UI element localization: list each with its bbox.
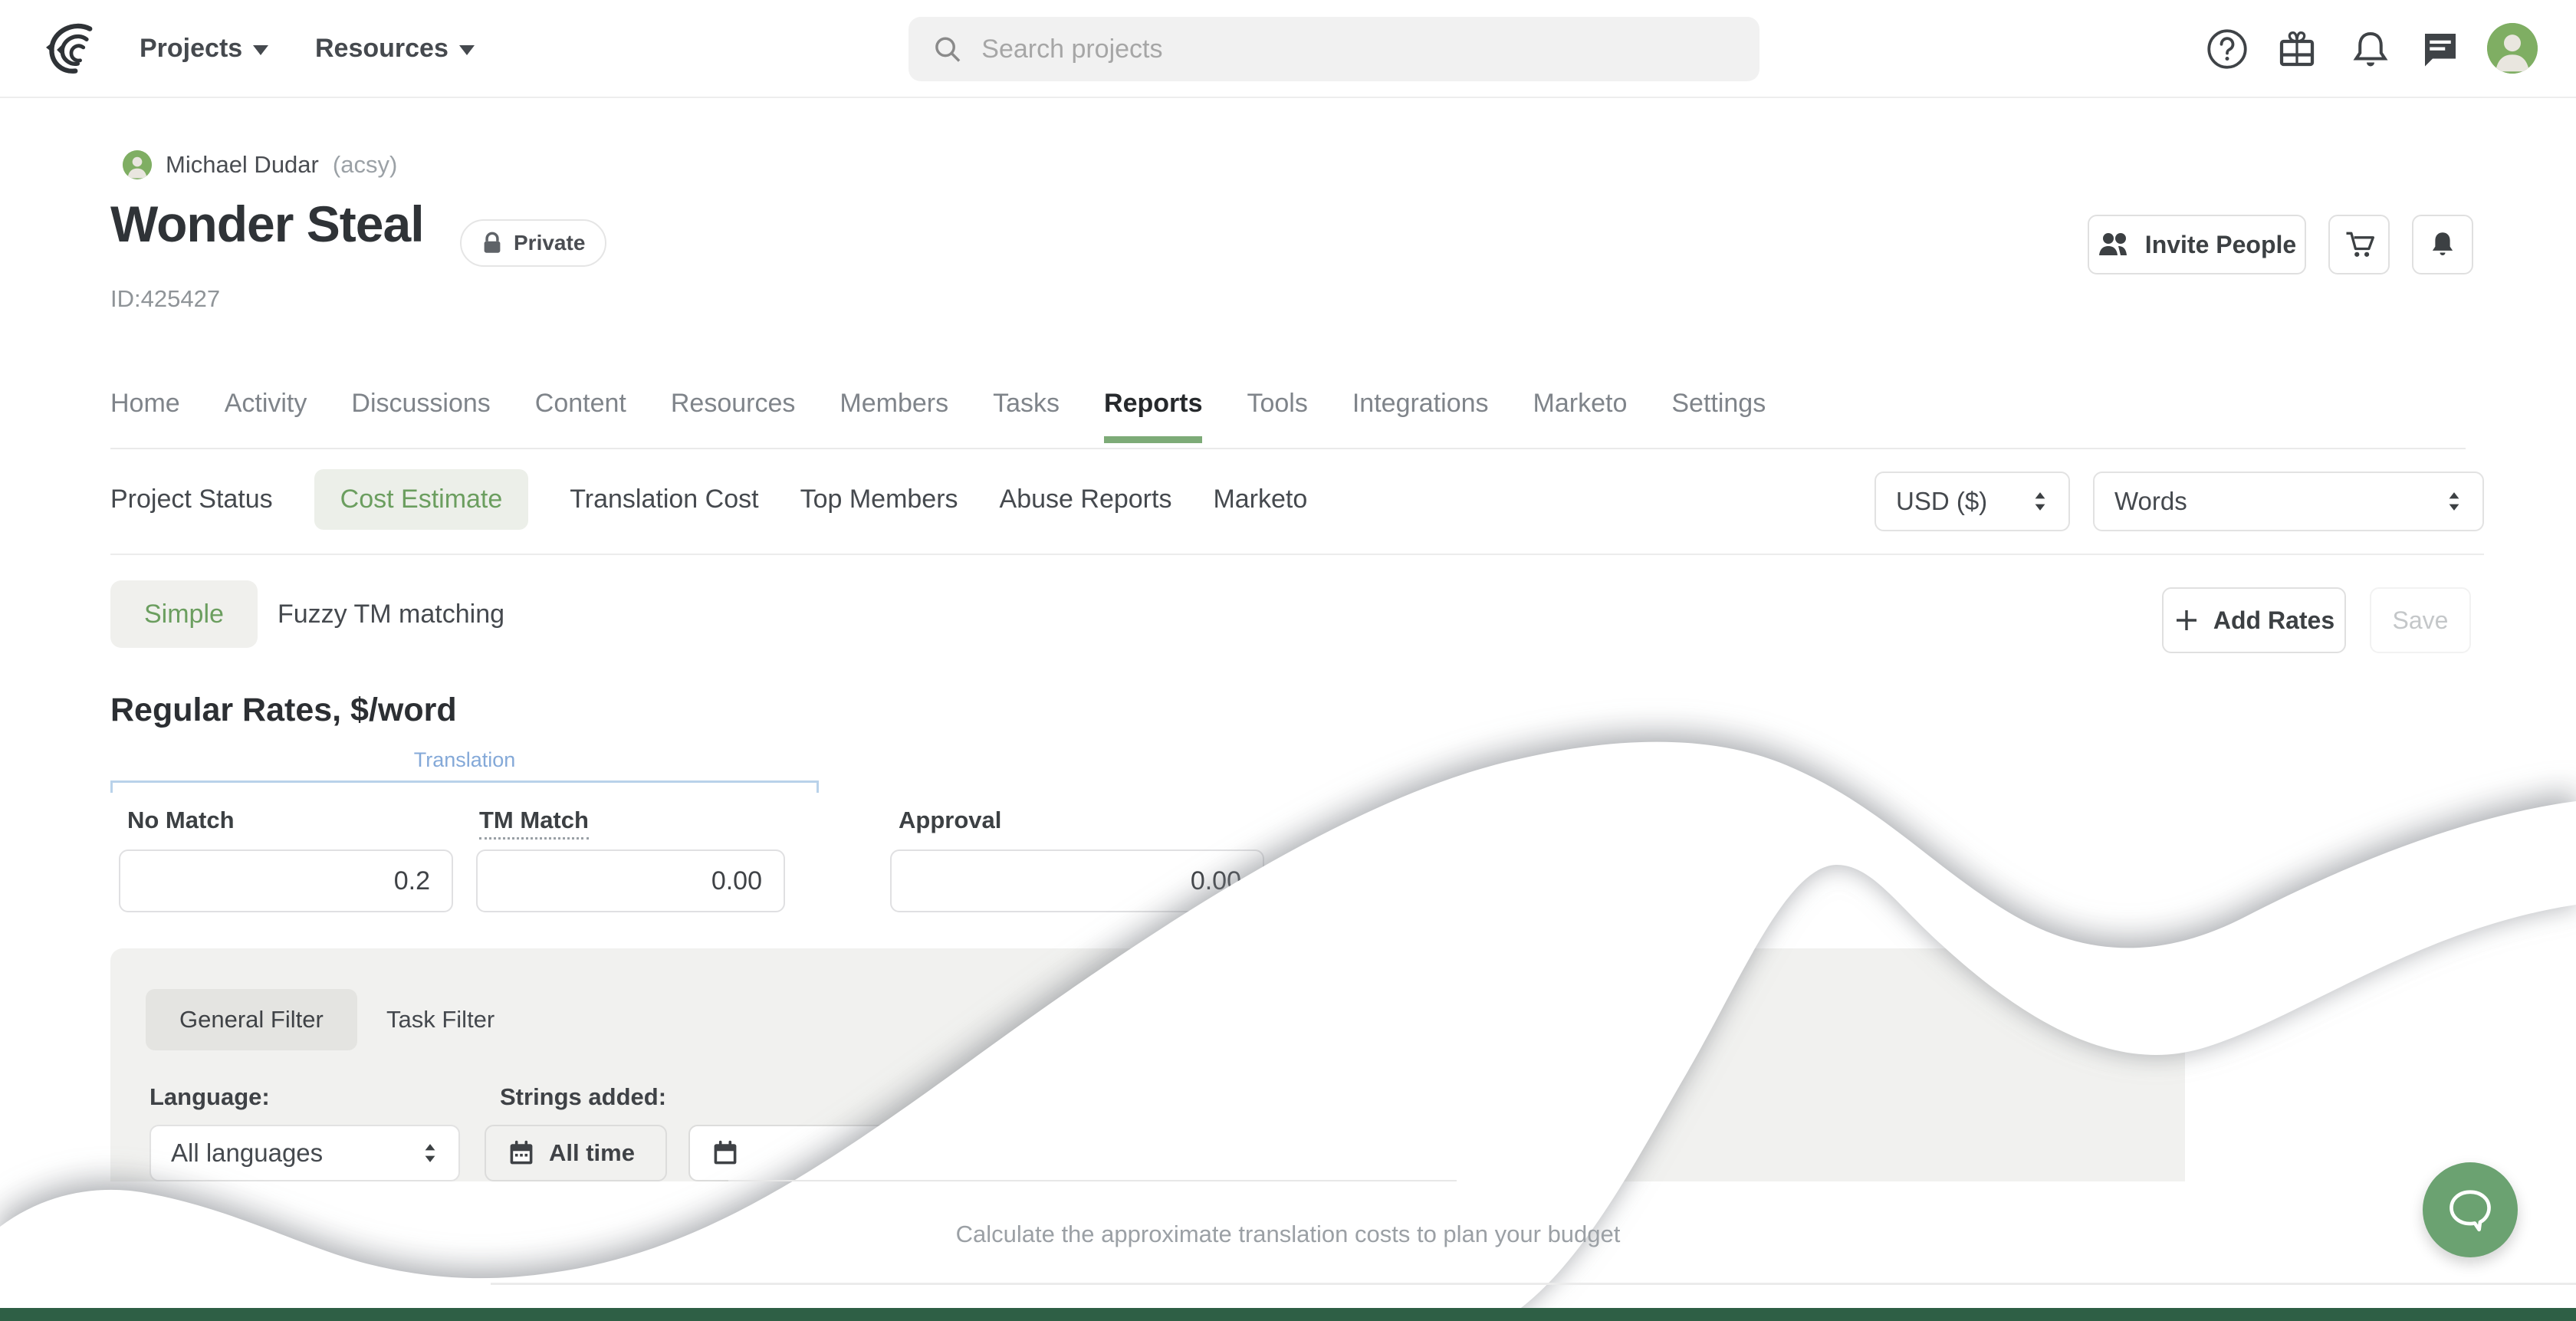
people-icon xyxy=(2098,231,2131,258)
chevron-down-icon xyxy=(459,45,475,55)
tab-settings[interactable]: Settings xyxy=(1671,359,1766,448)
unit-value: Words xyxy=(2114,487,2187,516)
breadcrumb: Michael Dudar (acsy) xyxy=(123,150,397,179)
cart-icon xyxy=(2342,228,2376,261)
strings-added-value: All time xyxy=(549,1139,635,1167)
resources-menu-label: Resources xyxy=(315,34,449,64)
subtab-abuse-reports[interactable]: Abuse Reports xyxy=(1000,469,1172,530)
plus-icon xyxy=(2174,607,2200,633)
tab-integrations[interactable]: Integrations xyxy=(1352,359,1489,448)
language-value: All languages xyxy=(171,1139,323,1168)
tab-tasks[interactable]: Tasks xyxy=(993,359,1060,448)
privacy-badge: Private xyxy=(460,219,606,267)
tab-tools[interactable]: Tools xyxy=(1247,359,1307,448)
subtab-marketo[interactable]: Marketo xyxy=(1213,469,1307,530)
select-arrows-icon xyxy=(2032,490,2049,513)
projects-menu-label: Projects xyxy=(140,34,242,64)
lock-icon xyxy=(481,232,503,255)
resources-menu[interactable]: Resources xyxy=(315,0,475,97)
tm-match-label: TM Match xyxy=(479,807,589,840)
bell-filled-icon xyxy=(2426,228,2459,261)
tm-match-input[interactable] xyxy=(476,849,785,912)
approval-input[interactable] xyxy=(890,849,1264,912)
page-title: Wonder Steal xyxy=(110,195,424,253)
language-select[interactable]: All languages xyxy=(150,1125,460,1181)
user-avatar[interactable] xyxy=(2487,23,2538,74)
projects-menu[interactable]: Projects xyxy=(140,0,268,97)
currency-select[interactable]: USD ($) xyxy=(1875,472,2070,531)
translation-group-bracket xyxy=(110,780,819,793)
search-input[interactable] xyxy=(981,35,1737,64)
tab-home[interactable]: Home xyxy=(110,359,180,448)
filter-panel: General Filter Task Filter Language: Str… xyxy=(110,948,2185,1181)
search-icon xyxy=(932,32,963,66)
results-top-border xyxy=(728,1180,1457,1181)
results-hint-text: Calculate the approximate translation co… xyxy=(0,1221,2576,1248)
gift-icon[interactable] xyxy=(2274,26,2320,72)
footer-green-bar xyxy=(0,1308,2576,1321)
select-arrows-icon xyxy=(2446,490,2463,513)
subtabs-divider xyxy=(110,554,2484,555)
currency-value: USD ($) xyxy=(1896,487,1987,516)
calendar-icon xyxy=(711,1139,739,1167)
strings-added-label: Strings added: xyxy=(500,1083,666,1111)
save-button[interactable]: Save xyxy=(2370,587,2471,653)
tab-marketo[interactable]: Marketo xyxy=(1533,359,1628,448)
select-arrows-icon xyxy=(422,1142,439,1165)
invite-people-button[interactable]: Invite People xyxy=(2088,215,2306,274)
language-label: Language: xyxy=(150,1083,270,1111)
report-subtabs: Project Status Cost Estimate Translation… xyxy=(110,469,1307,530)
crowdin-logo-icon[interactable] xyxy=(43,20,101,78)
chevron-down-icon xyxy=(253,45,268,55)
tab-general-filter[interactable]: General Filter xyxy=(146,989,357,1050)
subtab-project-status[interactable]: Project Status xyxy=(110,469,273,530)
add-rates-label: Add Rates xyxy=(2213,606,2334,635)
tab-content[interactable]: Content xyxy=(535,359,626,448)
help-icon[interactable] xyxy=(2204,26,2250,72)
tab-reports[interactable]: Reports xyxy=(1104,359,1202,448)
approval-label: Approval xyxy=(899,807,1001,834)
search-box[interactable] xyxy=(909,17,1760,81)
owner-handle: (acsy) xyxy=(333,151,397,179)
tab-members[interactable]: Members xyxy=(840,359,948,448)
tab-discussions[interactable]: Discussions xyxy=(351,359,490,448)
tab-activity[interactable]: Activity xyxy=(225,359,307,448)
owner-name[interactable]: Michael Dudar xyxy=(166,151,319,179)
messages-icon[interactable] xyxy=(2417,26,2463,72)
privacy-badge-label: Private xyxy=(514,231,585,255)
rates-heading: Regular Rates, $/word xyxy=(110,692,457,729)
invite-people-label: Invite People xyxy=(2145,231,2296,259)
no-match-label: No Match xyxy=(127,807,235,834)
support-chat-button[interactable] xyxy=(2423,1162,2518,1257)
project-notifications-button[interactable] xyxy=(2412,215,2473,274)
mode-simple[interactable]: Simple xyxy=(110,580,258,648)
results-divider xyxy=(491,1283,2576,1285)
mode-fuzzy-tm[interactable]: Fuzzy TM matching xyxy=(278,580,504,648)
cart-button[interactable] xyxy=(2328,215,2390,274)
tab-task-filter[interactable]: Task Filter xyxy=(386,989,495,1050)
subtab-top-members[interactable]: Top Members xyxy=(800,469,958,530)
project-tabs: Home Activity Discussions Content Resour… xyxy=(110,359,2466,449)
notifications-bell-icon[interactable] xyxy=(2348,26,2394,72)
strings-added-button[interactable]: All time xyxy=(485,1125,667,1181)
subtab-translation-cost[interactable]: Translation Cost xyxy=(570,469,758,530)
subtab-cost-estimate[interactable]: Cost Estimate xyxy=(314,469,529,530)
calendar-icon xyxy=(508,1139,535,1167)
chat-bubble-icon xyxy=(2446,1188,2494,1232)
unit-select[interactable]: Words xyxy=(2093,472,2484,531)
no-match-input[interactable] xyxy=(119,849,453,912)
date-range-button[interactable] xyxy=(688,1125,888,1181)
translation-group-label: Translation xyxy=(110,748,819,772)
owner-avatar[interactable] xyxy=(123,150,152,179)
project-id: ID:425427 xyxy=(110,285,220,313)
tab-resources[interactable]: Resources xyxy=(671,359,796,448)
top-bar: Projects Resources xyxy=(0,0,2576,98)
add-rates-button[interactable]: Add Rates xyxy=(2162,587,2346,653)
